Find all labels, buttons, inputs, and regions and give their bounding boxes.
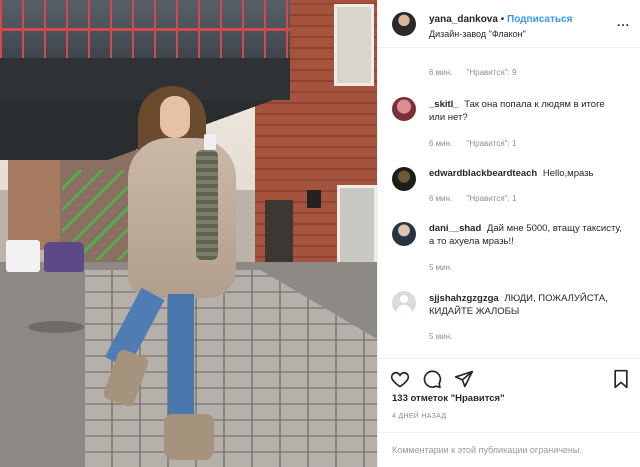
follow-button[interactable]: Подписаться xyxy=(507,14,572,25)
photo-bridge-rail xyxy=(0,28,290,31)
photo-woman-jacket xyxy=(128,138,236,298)
comment-avatar[interactable] xyxy=(392,97,416,121)
photo-window-top xyxy=(334,4,374,86)
comment: edwardblackbeardteach Hello,мразь xyxy=(429,167,634,180)
comment-username[interactable]: sjjshahzgzgzga xyxy=(429,293,499,304)
comment-avatar[interactable] xyxy=(392,291,416,315)
comment-icon[interactable] xyxy=(422,369,442,389)
author-username[interactable]: yana_dankova xyxy=(429,14,498,25)
post-header: yana_dankova • Подписаться Дизайн-завод … xyxy=(378,0,640,48)
location-link[interactable]: Дизайн-завод "Флакон" xyxy=(429,29,526,39)
comment-time[interactable]: 5 мин. xyxy=(429,263,452,272)
caption-likes[interactable]: "Нравится": 9 xyxy=(467,68,517,77)
bookmark-icon[interactable] xyxy=(611,369,631,389)
comment-text: Hello,мразь xyxy=(542,168,594,179)
caption-meta: 6 мин. "Нравится": 9 xyxy=(429,68,528,77)
comment: dani__shad Дай мне 5000, втащу таксисту,… xyxy=(429,222,629,248)
comments-restricted-footer: Комментарии к этой публикации ограничены… xyxy=(378,432,640,467)
comment-meta: 5 мин. xyxy=(429,263,464,272)
action-bar xyxy=(378,358,640,398)
photo-white-van xyxy=(6,240,40,272)
comment-username[interactable]: dani__shad xyxy=(429,223,481,234)
photo-door-plate xyxy=(307,190,321,208)
comment-username[interactable]: edwardblackbeardteach xyxy=(429,168,537,179)
photo-purple-car xyxy=(44,242,84,272)
comment-time[interactable]: 6 мин. xyxy=(429,139,452,148)
post-photo[interactable] xyxy=(0,0,377,467)
comments-panel: yana_dankova • Подписаться Дизайн-завод … xyxy=(377,0,640,467)
comment-likes[interactable]: "Нравится": 1 xyxy=(467,194,517,203)
photo-woman-scarf xyxy=(196,150,218,260)
comment: sjjshahzgzgzga ЛЮДИ, ПОЖАЛУЙСТА, КИДАЙТЕ… xyxy=(429,292,629,318)
photo-woman-face xyxy=(160,96,190,138)
photo-manhole xyxy=(28,321,84,333)
comment-avatar[interactable] xyxy=(392,222,416,246)
heart-icon[interactable] xyxy=(390,369,410,389)
comments-restricted-text: Комментарии к этой публикации ограничены… xyxy=(392,445,582,455)
likes-count[interactable]: 133 отметок "Нравится" xyxy=(392,393,505,404)
photo-woman-leg-front xyxy=(168,294,194,420)
post-date[interactable]: 4 ДНЕЙ НАЗАД xyxy=(392,413,446,420)
photo-bridge xyxy=(0,58,290,100)
share-icon[interactable] xyxy=(454,369,474,389)
more-options-icon[interactable]: ... xyxy=(617,16,630,28)
comment-time[interactable]: 6 мин. xyxy=(429,194,452,203)
photo-window-bottom xyxy=(337,185,377,271)
avatar[interactable] xyxy=(392,12,416,36)
comment-meta: 6 мин. "Нравится": 1 xyxy=(429,194,528,203)
comment-avatar[interactable] xyxy=(392,167,416,191)
post-author: yana_dankova • Подписаться xyxy=(429,14,572,25)
comment-likes[interactable]: "Нравится": 1 xyxy=(467,139,517,148)
comment-username[interactable]: _skitl_ xyxy=(429,99,459,110)
comment: _skitl_ Так она попала к людям в итоге и… xyxy=(429,98,619,124)
separator-dot: • xyxy=(500,14,505,25)
comment-time[interactable]: 5 мин. xyxy=(429,332,452,341)
photo-coffee-cup xyxy=(204,134,216,150)
comment-meta: 5 мин. xyxy=(429,332,464,341)
photo-boot-front xyxy=(164,414,214,460)
caption-time[interactable]: 6 мин. xyxy=(429,68,452,77)
comment-meta: 6 мин. "Нравится": 1 xyxy=(429,139,528,148)
